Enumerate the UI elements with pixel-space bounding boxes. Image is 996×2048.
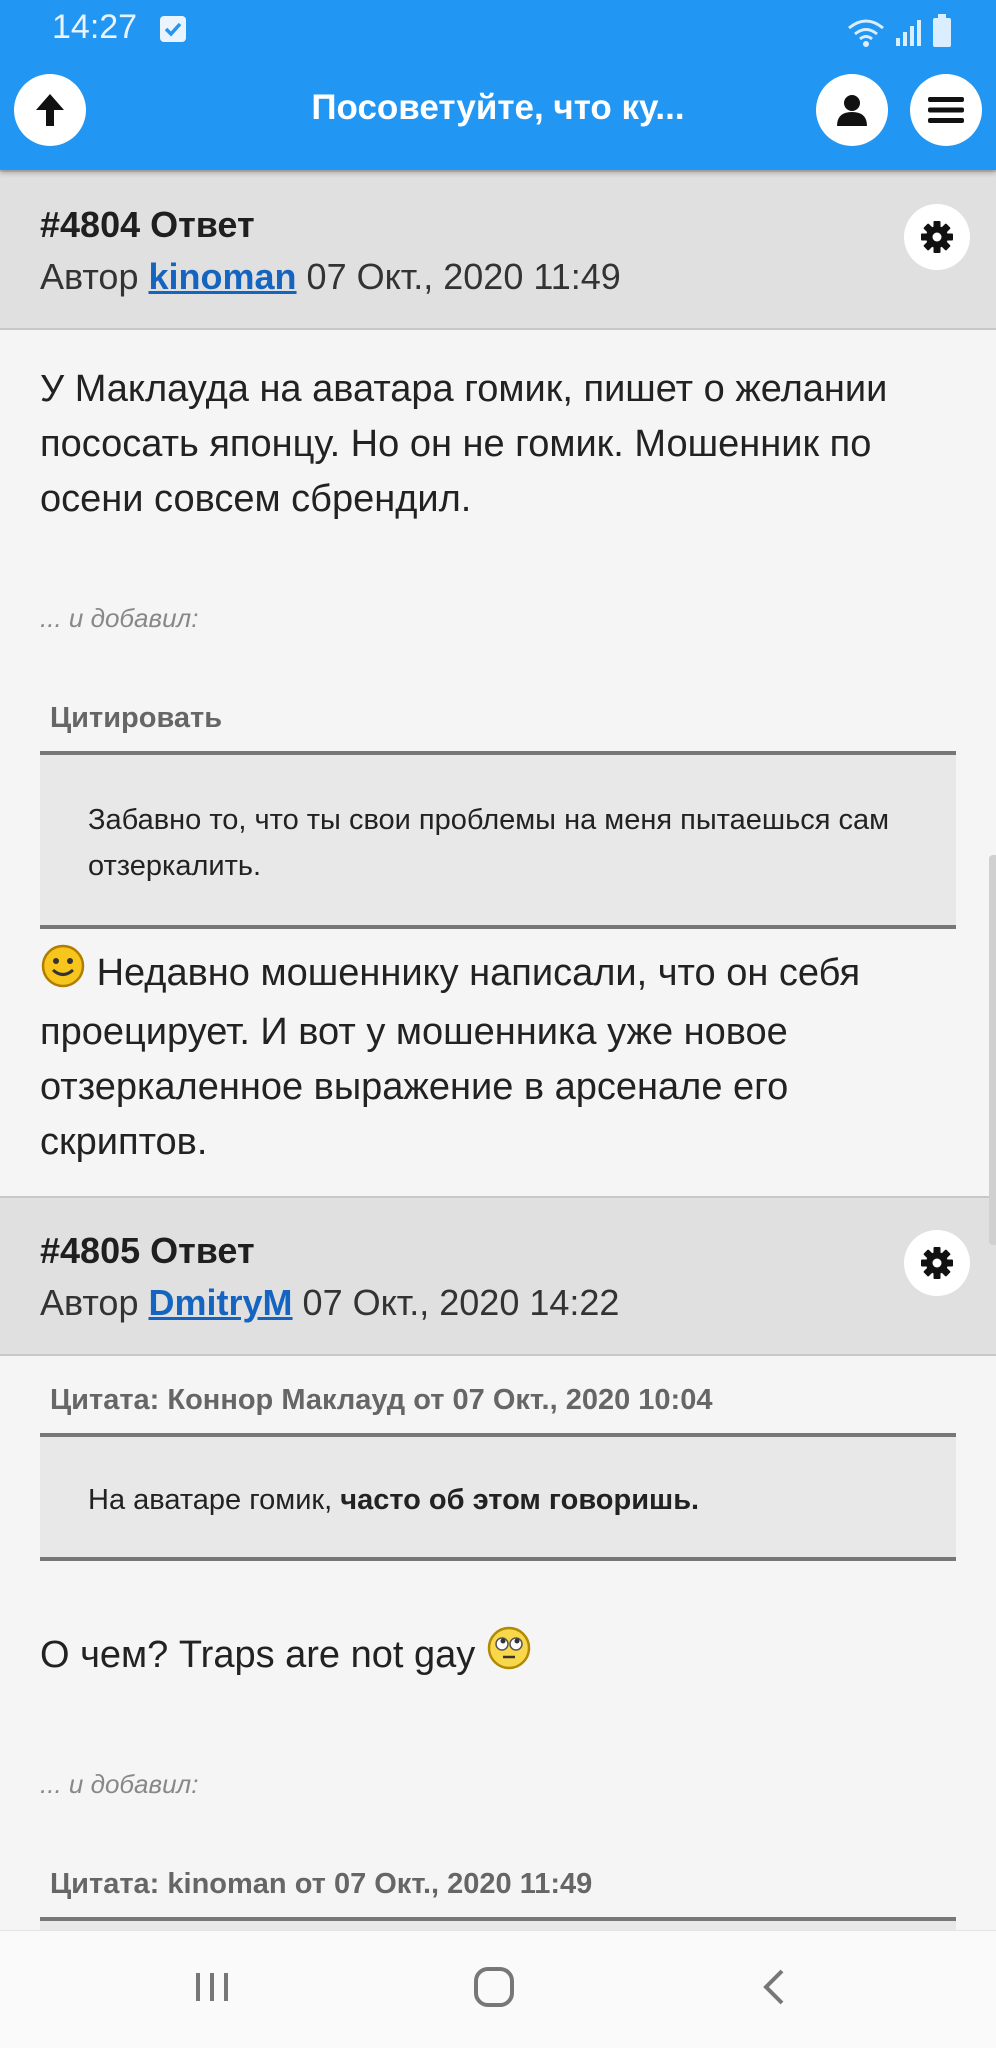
post-date: 07 Окт., 2020 14:22 [302,1282,620,1323]
menu-button[interactable] [910,74,982,146]
post-header: #4805 Ответ Автор DmitryM 07 Окт., 2020 … [0,1196,996,1356]
user-icon [837,95,867,126]
hamburger-icon [928,97,964,123]
post-text: О чем? Traps are not gay [40,1625,956,1687]
quote-label: Цитировать [50,702,223,734]
home-button[interactable] [470,1965,518,2014]
recent-apps-icon [196,1973,228,2001]
post-text-1: О чем? Traps are not gay [40,1634,476,1676]
app-bar: 14:27 Посоветуйте, что ку... [0,0,996,170]
post-body: Цитата: Коннор Маклауд от 07 Окт., 2020 … [0,1384,996,1930]
profile-button[interactable] [816,74,888,146]
author-prefix: Автор [40,1282,139,1323]
system-nav-bar [0,1930,996,2048]
back-button[interactable] [756,1965,792,2014]
post-date: 07 Окт., 2020 11:49 [306,256,621,297]
post-text-2: Недавно мошеннику написали, что он себя … [40,952,861,1163]
post-number: #4804 Ответ [40,204,255,245]
smiley-icon [40,943,86,1005]
rolling-eyes-smiley-icon [486,1625,532,1687]
post-author-line: Автор DmitryM 07 Окт., 2020 14:22 [40,1282,619,1324]
added-note: ... и добавил: [40,1769,199,1799]
added-note: ... и добавил: [40,603,199,633]
status-icons [846,14,952,48]
gear-icon [921,221,953,253]
thread-content: #4804 Ответ Автор kinoman 07 Окт., 2020 … [0,170,996,1930]
status-bar: 14:27 [0,0,996,60]
post-header: #4804 Ответ Автор kinoman 07 Окт., 2020 … [0,170,996,330]
quote-box: На аватаре гомик, часто об этом говоришь… [40,1433,956,1561]
scrollbar[interactable] [989,855,996,1245]
gear-icon [921,1247,953,1279]
post-author-line: Автор kinoman 07 Окт., 2020 11:49 [40,256,621,298]
author-prefix: Автор [40,256,139,297]
status-clock: 14:27 [52,8,138,46]
post-options-button[interactable] [904,204,970,270]
scroll-top-button[interactable] [14,74,86,146]
quote-box: Забавно то, что ты свои проблемы на меня… [40,751,956,929]
recent-apps-button[interactable] [190,1965,234,2014]
post-text-after-quote: Недавно мошеннику написали, что он себя … [40,943,956,1170]
quote-text-bold: часто об этом говоришь. [340,1484,700,1516]
post-body: У Маклауда на аватара гомик, пишет о жел… [0,362,996,1170]
signal-icon [896,20,921,46]
quote-label: Цитата: kinoman от 07 Окт., 2020 11:49 [50,1868,593,1900]
author-link[interactable]: DmitryM [149,1282,293,1323]
author-link[interactable]: kinoman [149,256,297,297]
back-icon [763,1969,784,2005]
page-title: Посоветуйте, что ку... [311,88,685,127]
quote-text: На аватаре гомик, [88,1484,341,1516]
battery-icon [933,14,951,47]
post-options-button[interactable] [904,1230,970,1296]
wifi-icon [848,19,884,47]
home-icon [474,1967,514,2007]
quote-box [40,1917,956,1930]
quote-label: Цитата: Коннор Маклауд от 07 Окт., 2020 … [50,1384,713,1416]
quote-text: Забавно то, что ты свои проблемы на меня… [88,804,890,882]
post-number: #4805 Ответ [40,1230,255,1271]
arrow-up-icon [36,94,64,126]
post-text: У Маклауда на аватара гомик, пишет о жел… [40,368,888,520]
notification-check-icon [160,16,186,42]
